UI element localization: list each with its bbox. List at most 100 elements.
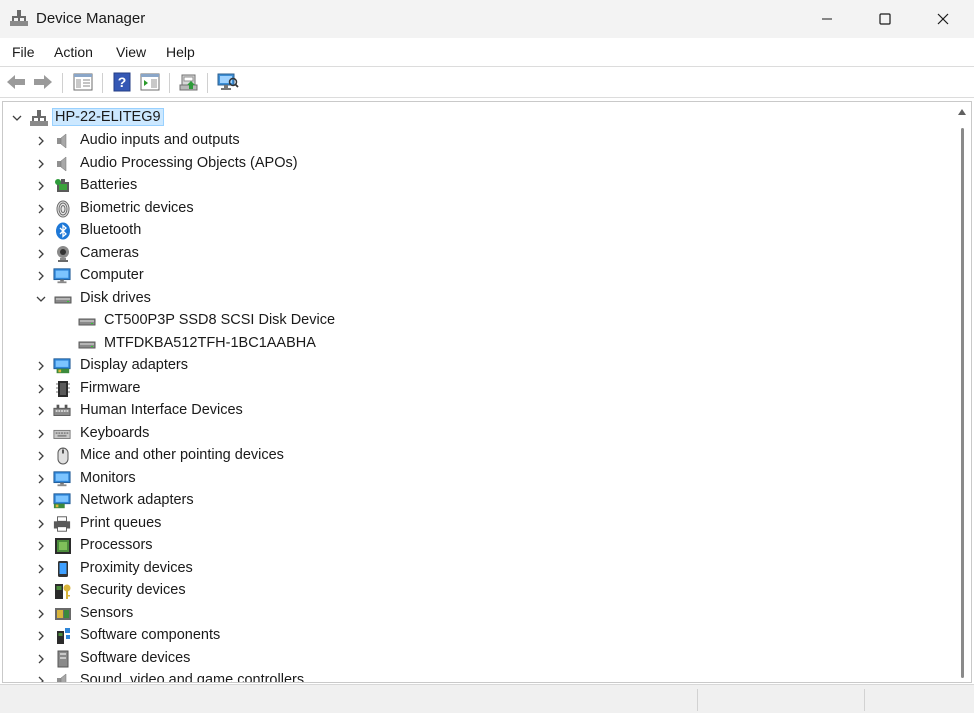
maximize-icon	[879, 13, 891, 25]
tree-item-keyboards[interactable]: Keyboards	[3, 423, 943, 445]
chevron-right-icon[interactable]	[35, 135, 47, 147]
sensor-icon	[55, 607, 71, 620]
menu-action[interactable]: Action	[54, 44, 93, 60]
tree-item-processors[interactable]: Processors	[3, 535, 943, 557]
chevron-right-icon[interactable]	[35, 495, 47, 507]
chevron-right-icon[interactable]	[35, 158, 47, 170]
chevron-right-icon[interactable]	[35, 585, 47, 597]
tree-item-biometric-devices[interactable]: Biometric devices	[3, 198, 943, 220]
tree-item-disk-drives[interactable]: Disk drives	[3, 288, 943, 310]
tree-item-software-components[interactable]: Software components	[3, 625, 943, 647]
tree-item-proximity-devices[interactable]: Proximity devices	[3, 558, 943, 580]
chevron-right-icon[interactable]	[35, 473, 47, 485]
hid-icon	[53, 404, 71, 416]
tree-item-audio-processing-objects[interactable]: Audio Processing Objects (APOs)	[3, 153, 943, 175]
chevron-right-icon[interactable]	[35, 675, 47, 682]
chevron-down-icon[interactable]	[35, 293, 47, 305]
tree-item-firmware[interactable]: Firmware	[3, 378, 943, 400]
chevron-right-icon[interactable]	[35, 360, 47, 372]
processor-icon	[55, 538, 71, 554]
maximize-button[interactable]	[856, 0, 914, 38]
toolbar-separator	[102, 73, 103, 93]
tree-item-label: Software components	[80, 627, 221, 643]
close-button[interactable]	[914, 0, 972, 38]
bluetooth-icon	[56, 222, 70, 240]
proximity-icon	[58, 560, 68, 577]
tree-item-print-queues[interactable]: Print queues	[3, 513, 943, 535]
chevron-right-icon[interactable]	[35, 428, 47, 440]
tree-child-disk-mtfdkba512[interactable]: MTFDKBA512TFH-1BC1AABHA	[3, 333, 943, 355]
properties-button[interactable]	[139, 71, 161, 93]
vertical-scrollbar[interactable]	[953, 102, 971, 682]
properties-icon	[140, 73, 160, 91]
tree-item-security-devices[interactable]: Security devices	[3, 580, 943, 602]
scrollbar-thumb[interactable]	[961, 128, 964, 678]
tree-item-batteries[interactable]: Batteries	[3, 175, 943, 197]
chevron-right-icon[interactable]	[35, 563, 47, 575]
software-device-icon	[57, 650, 69, 667]
speaker-icon	[57, 133, 67, 149]
update-driver-icon	[179, 74, 198, 91]
chevron-right-icon[interactable]	[35, 225, 47, 237]
menu-view[interactable]: View	[116, 44, 146, 60]
tree-item-computer[interactable]: Computer	[3, 265, 943, 287]
chevron-right-icon[interactable]	[35, 630, 47, 642]
mouse-icon	[57, 447, 69, 465]
chevron-right-icon[interactable]	[35, 383, 47, 395]
help-button[interactable]: ?	[111, 71, 133, 93]
menu-help[interactable]: Help	[166, 44, 195, 60]
tree-item-label: Proximity devices	[80, 559, 193, 576]
chevron-right-icon[interactable]	[35, 540, 47, 552]
chevron-right-icon[interactable]	[35, 653, 47, 665]
minimize-button[interactable]	[798, 0, 856, 38]
svg-text:?: ?	[118, 74, 127, 90]
chevron-right-icon[interactable]	[35, 450, 47, 462]
chevron-right-icon[interactable]	[35, 608, 47, 620]
scroll-up-arrow-icon[interactable]	[958, 109, 966, 115]
speaker-icon	[57, 155, 67, 172]
update-driver-button[interactable]	[178, 71, 200, 93]
tree-item-label: Audio Processing Objects (APOs)	[80, 154, 298, 171]
scan-hardware-icon	[217, 73, 239, 90]
toolbar-separator	[207, 73, 208, 93]
chevron-right-icon[interactable]	[35, 248, 47, 260]
tree-item-human-interface-devices[interactable]: Human Interface Devices	[3, 400, 943, 422]
tree-item-display-adapters[interactable]: Display adapters	[3, 355, 943, 377]
toolbar: ?	[0, 67, 974, 97]
tree-item-label: Computer	[80, 267, 144, 283]
forward-button[interactable]	[32, 71, 54, 93]
tree-item-bluetooth[interactable]: Bluetooth	[3, 220, 943, 242]
tree-item-label: Batteries	[80, 177, 138, 193]
chevron-right-icon[interactable]	[35, 270, 47, 282]
back-icon	[7, 75, 25, 89]
tree-item-network-adapters[interactable]: Network adapters	[3, 490, 943, 512]
tree-item-label: Security devices	[80, 582, 186, 598]
tree-item-label: Cameras	[80, 244, 139, 261]
tree-root-node[interactable]: HP-22-ELITEG9	[3, 107, 943, 129]
tree-item-audio-inputs-and-outputs[interactable]: Audio inputs and outputs	[3, 130, 943, 152]
tree-child-disk-ct500p3p[interactable]: CT500P3P SSD8 SCSI Disk Device	[3, 310, 943, 332]
show-hide-console-tree-button[interactable]	[72, 71, 94, 93]
scan-hardware-button[interactable]	[217, 71, 239, 93]
chevron-right-icon[interactable]	[35, 405, 47, 417]
tree-item-sensors[interactable]: Sensors	[3, 603, 943, 625]
show-hide-console-tree-icon	[73, 73, 93, 91]
back-button[interactable]	[5, 71, 27, 93]
tree-item-cameras[interactable]: Cameras	[3, 243, 943, 265]
device-tree: HP-22-ELITEG9 Audio inputs and outputs A…	[3, 102, 953, 682]
chevron-right-icon[interactable]	[35, 180, 47, 192]
tree-item-software-devices[interactable]: Software devices	[3, 648, 943, 670]
tree-item-monitors[interactable]: Monitors	[3, 468, 943, 490]
tree-item-label: Human Interface Devices	[80, 402, 243, 418]
menu-file[interactable]: File	[12, 44, 35, 60]
chevron-right-icon[interactable]	[35, 203, 47, 215]
title-bar[interactable]: Device Manager	[0, 0, 974, 38]
tree-item-sound-video-game-controllers[interactable]: Sound, video and game controllers	[3, 670, 943, 682]
chevron-down-icon[interactable]	[11, 112, 23, 124]
tree-item-label: Audio inputs and outputs	[80, 132, 240, 148]
chevron-right-icon[interactable]	[35, 518, 47, 530]
device-tree-panel[interactable]: HP-22-ELITEG9 Audio inputs and outputs A…	[2, 101, 972, 683]
security-icon	[55, 584, 71, 599]
tree-item-label: Biometric devices	[80, 199, 194, 216]
tree-item-mice[interactable]: Mice and other pointing devices	[3, 445, 943, 467]
